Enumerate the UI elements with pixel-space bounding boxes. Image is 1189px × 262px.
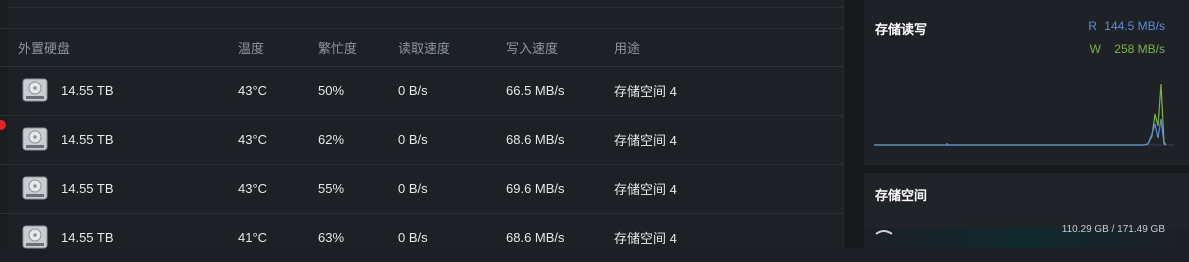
disk-temperature: 43°C [238,132,268,147]
storage-rw-widget: 存储读写 R 144.5 MB/s W 258 MB/s [864,0,1189,165]
read-legend: R 144.5 MB/s [1088,19,1165,33]
disk-write-speed: 69.6 MB/s [506,181,565,196]
header-usage[interactable]: 用途 [614,29,640,66]
disk-temperature: 41°C [238,230,268,245]
write-series-line [874,83,1167,146]
disk-busy: 63% [318,230,345,245]
disk-busy: 55% [318,181,345,196]
write-legend-prefix: W [1089,42,1101,56]
write-legend: W 258 MB/s [1090,42,1165,56]
disk-write-speed: 66.5 MB/s [506,83,565,98]
hard-disk-icon [22,78,48,102]
disk-write-speed: 68.6 MB/s [506,132,565,147]
disk-usage: 存储空间 4 [614,231,677,246]
header-disk[interactable]: 外置硬盘 [18,29,70,66]
table-row[interactable]: 14.55 TB 43°C 50% 0 B/s 66.5 MB/s 存储空间 4 [0,66,843,116]
disk-read-speed: 0 B/s [398,230,428,245]
header-write-speed[interactable]: 写入速度 [506,29,558,66]
disk-busy: 50% [318,83,345,98]
disk-busy: 62% [318,132,345,147]
disk-capacity: 14.55 TB [61,230,114,245]
disk-write-speed: 68.6 MB/s [506,230,565,245]
hard-disk-icon [22,225,48,249]
disk-usage: 存储空间 4 [614,182,677,197]
storage-widgets: 存储读写 R 144.5 MB/s W 258 MB/s 存储空间 110.29… [864,0,1189,248]
external-disk-panel: 外置硬盘 温度 繁忙度 读取速度 写入速度 用途 14.55 TB 43°C 5… [0,0,844,249]
header-busy[interactable]: 繁忙度 [318,29,357,66]
header-temperature[interactable]: 温度 [238,29,264,66]
divider [8,7,843,8]
hard-disk-icon [22,176,48,200]
disk-read-speed: 0 B/s [398,132,428,147]
storage-donut-icon [875,230,893,235]
table-row[interactable]: 14.55 TB 43°C 55% 0 B/s 69.6 MB/s 存储空间 4 [0,164,843,214]
disk-usage: 存储空间 4 [614,133,677,148]
widget-separator [864,165,1189,173]
storage-usage-text: 110.29 GB / 171.49 GB [1061,224,1165,235]
read-legend-value: 144.5 MB/s [1104,19,1165,33]
disk-temperature: 43°C [238,181,268,196]
header-read-speed[interactable]: 读取速度 [398,29,450,66]
storage-rw-chart [874,83,1174,146]
chart-point [946,143,948,145]
read-legend-prefix: R [1088,19,1097,33]
storage-space-title: 存储空间 [875,188,928,203]
disk-read-speed: 0 B/s [398,83,428,98]
disk-read-speed: 0 B/s [398,181,428,196]
table-row[interactable]: 14.55 TB 43°C 62% 0 B/s 68.6 MB/s 存储空间 4 [0,115,843,165]
disk-capacity: 14.55 TB [61,83,114,98]
storage-rw-title: 存储读写 [875,22,928,37]
disk-usage: 存储空间 4 [614,84,677,99]
disk-temperature: 43°C [238,83,268,98]
disk-capacity: 14.55 TB [61,132,114,147]
table-row[interactable]: 14.55 TB 41°C 63% 0 B/s 68.6 MB/s 存储空间 4 [0,213,843,262]
hard-disk-icon [22,127,48,151]
panel-gap [844,0,864,248]
disk-capacity: 14.55 TB [61,181,114,196]
table-header: 外置硬盘 温度 繁忙度 读取速度 写入速度 用途 [0,28,843,67]
write-legend-value: 258 MB/s [1114,42,1165,56]
read-series-line [874,118,1167,146]
